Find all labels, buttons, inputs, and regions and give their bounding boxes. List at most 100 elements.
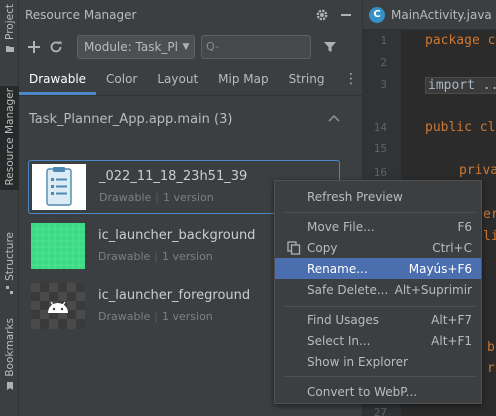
line-number: 1	[380, 34, 387, 47]
chevron-down-icon: ▼	[182, 41, 190, 52]
copy-icon	[287, 241, 301, 255]
menu-item-copy[interactable]: Copy Ctrl+C	[275, 237, 481, 258]
java-class-icon: C	[369, 6, 385, 23]
menu-item-select-in[interactable]: Select In... Alt+F1	[275, 330, 481, 351]
asset-meta: Drawable | 1 version	[98, 250, 213, 263]
asset-name: _022_11_18_23h51_39	[99, 169, 248, 184]
asset-version: 1 version	[162, 310, 213, 323]
meta-divider: |	[155, 191, 159, 204]
code-line[interactable]: er	[483, 207, 496, 222]
side-tab-bookmarks[interactable]: Bookmarks	[0, 318, 19, 391]
tab-layout-label: Layout	[157, 72, 199, 86]
line-number: 3	[380, 78, 387, 91]
filter-icon[interactable]	[319, 36, 341, 58]
tool-window-strip: Project Resource Manager Structure Bookm…	[0, 0, 19, 416]
asset-version: 1 version	[162, 250, 213, 263]
search-input[interactable]: Q-	[201, 34, 311, 59]
menu-divider	[285, 212, 475, 213]
tab-mipmap[interactable]: Mip Map	[208, 63, 278, 95]
tab-color-label: Color	[106, 72, 138, 86]
code-line[interactable]: public cl	[425, 120, 495, 135]
module-dropdown[interactable]: Module: Task_Pla ▼	[77, 34, 195, 59]
asset-type: Drawable	[98, 310, 151, 323]
menu-divider	[285, 306, 475, 307]
menu-item-label: Select In...	[307, 333, 371, 348]
panel-title: Resource Manager	[25, 8, 137, 22]
side-tab-project-label: Project	[3, 4, 16, 40]
tab-drawable[interactable]: Drawable	[19, 63, 97, 95]
side-tab-project[interactable]: Project	[0, 4, 19, 54]
clipboard-thumbnail	[32, 164, 86, 210]
asset-name: ic_launcher_background	[98, 228, 256, 243]
menu-item-shortcut: F6	[457, 219, 472, 234]
code-line[interactable]: import ...	[425, 77, 496, 94]
line-number: 2	[380, 56, 387, 69]
tab-drawable-label: Drawable	[29, 72, 87, 86]
asset-version: 1 version	[163, 191, 214, 204]
folder-icon	[5, 45, 14, 52]
menu-item-label: Copy	[307, 240, 338, 255]
code-line[interactable]: b	[487, 340, 495, 355]
menu-item-shortcut: Mayús+F6	[408, 261, 472, 276]
menu-item-move-file[interactable]: Move File... F6	[275, 216, 481, 237]
editor-tab-filename: MainActivity.java	[391, 7, 492, 22]
menu-item-label: Move File...	[307, 219, 375, 234]
menu-item-label: Refresh Preview	[307, 189, 403, 204]
code-line[interactable]: package c	[425, 33, 495, 48]
side-tab-bookmarks-label: Bookmarks	[3, 318, 16, 377]
tab-color[interactable]: Color	[96, 63, 147, 95]
folded-imports[interactable]: import ...	[425, 77, 496, 94]
asset-meta: Drawable | 1 version	[99, 191, 214, 204]
minimize-icon[interactable]	[338, 7, 354, 23]
android-robot-thumbnail	[31, 283, 85, 329]
side-tab-structure-label: Structure	[3, 232, 16, 281]
more-options-icon[interactable]: ⋮	[344, 63, 358, 95]
menu-item-convert-webp[interactable]: Convert to WebP...	[275, 381, 481, 402]
add-resource-icon[interactable]	[23, 36, 45, 58]
meta-divider: |	[154, 310, 158, 323]
panel-header: Resource Manager	[19, 0, 362, 30]
refresh-icon[interactable]	[45, 36, 67, 58]
launcher-background-thumbnail	[31, 223, 85, 269]
tab-string[interactable]: String	[279, 63, 335, 95]
code-line[interactable]: r	[487, 361, 495, 376]
settings-gear-icon[interactable]	[314, 7, 330, 23]
menu-item-shortcut: Alt+F1	[431, 333, 472, 348]
menu-item-shortcut: Ctrl+C	[432, 240, 472, 255]
resource-type-tabs: Drawable Color Layout Mip Map String ⋮	[19, 63, 362, 96]
side-tab-resource-manager-label: Resource Manager	[3, 88, 16, 186]
module-section-header[interactable]: Task_Planner_App.app.main (3)	[19, 96, 362, 142]
panel-toolbar: Module: Task_Pla ▼ Q-	[19, 30, 362, 63]
menu-item-shortcut: Alt+Suprimir	[394, 282, 472, 297]
line-number: 27	[373, 406, 387, 416]
side-tab-resource-manager[interactable]: Resource Manager	[0, 86, 19, 190]
tab-string-label: String	[288, 72, 325, 86]
menu-item-label: Find Usages	[307, 312, 380, 327]
menu-item-rename[interactable]: Rename... Mayús+F6	[275, 258, 481, 279]
chevron-up-icon[interactable]	[326, 110, 342, 126]
module-dropdown-value: Module: Task_Pla	[84, 39, 178, 54]
menu-item-safe-delete[interactable]: Safe Delete... Alt+Suprimir	[275, 279, 481, 300]
structure-icon	[5, 285, 13, 294]
editor-tab[interactable]: C MainActivity.java	[363, 0, 496, 30]
meta-divider: |	[154, 250, 158, 263]
code-line[interactable]: priva	[459, 163, 496, 178]
menu-item-label: Rename...	[307, 261, 368, 276]
code-line[interactable]: li	[483, 229, 496, 244]
line-number: 16	[373, 166, 387, 179]
search-placeholder: Q-	[206, 40, 219, 53]
menu-item-label: Safe Delete...	[307, 282, 389, 297]
asset-name: ic_launcher_foreground	[98, 288, 251, 303]
tab-layout[interactable]: Layout	[147, 63, 208, 95]
asset-type: Drawable	[99, 191, 152, 204]
menu-item-label: Show in Explorer	[307, 354, 408, 369]
menu-item-refresh-preview[interactable]: Refresh Preview	[275, 186, 481, 207]
side-tab-structure[interactable]: Structure	[0, 232, 19, 295]
menu-item-show-in-explorer[interactable]: Show in Explorer	[275, 351, 481, 372]
asset-type: Drawable	[98, 250, 151, 263]
asset-meta: Drawable | 1 version	[98, 310, 213, 323]
context-menu: Refresh Preview Move File... F6 Copy Ctr…	[274, 180, 482, 404]
line-number: 14	[373, 121, 387, 134]
menu-item-find-usages[interactable]: Find Usages Alt+F7	[275, 309, 481, 330]
menu-item-shortcut: Alt+F7	[431, 312, 472, 327]
